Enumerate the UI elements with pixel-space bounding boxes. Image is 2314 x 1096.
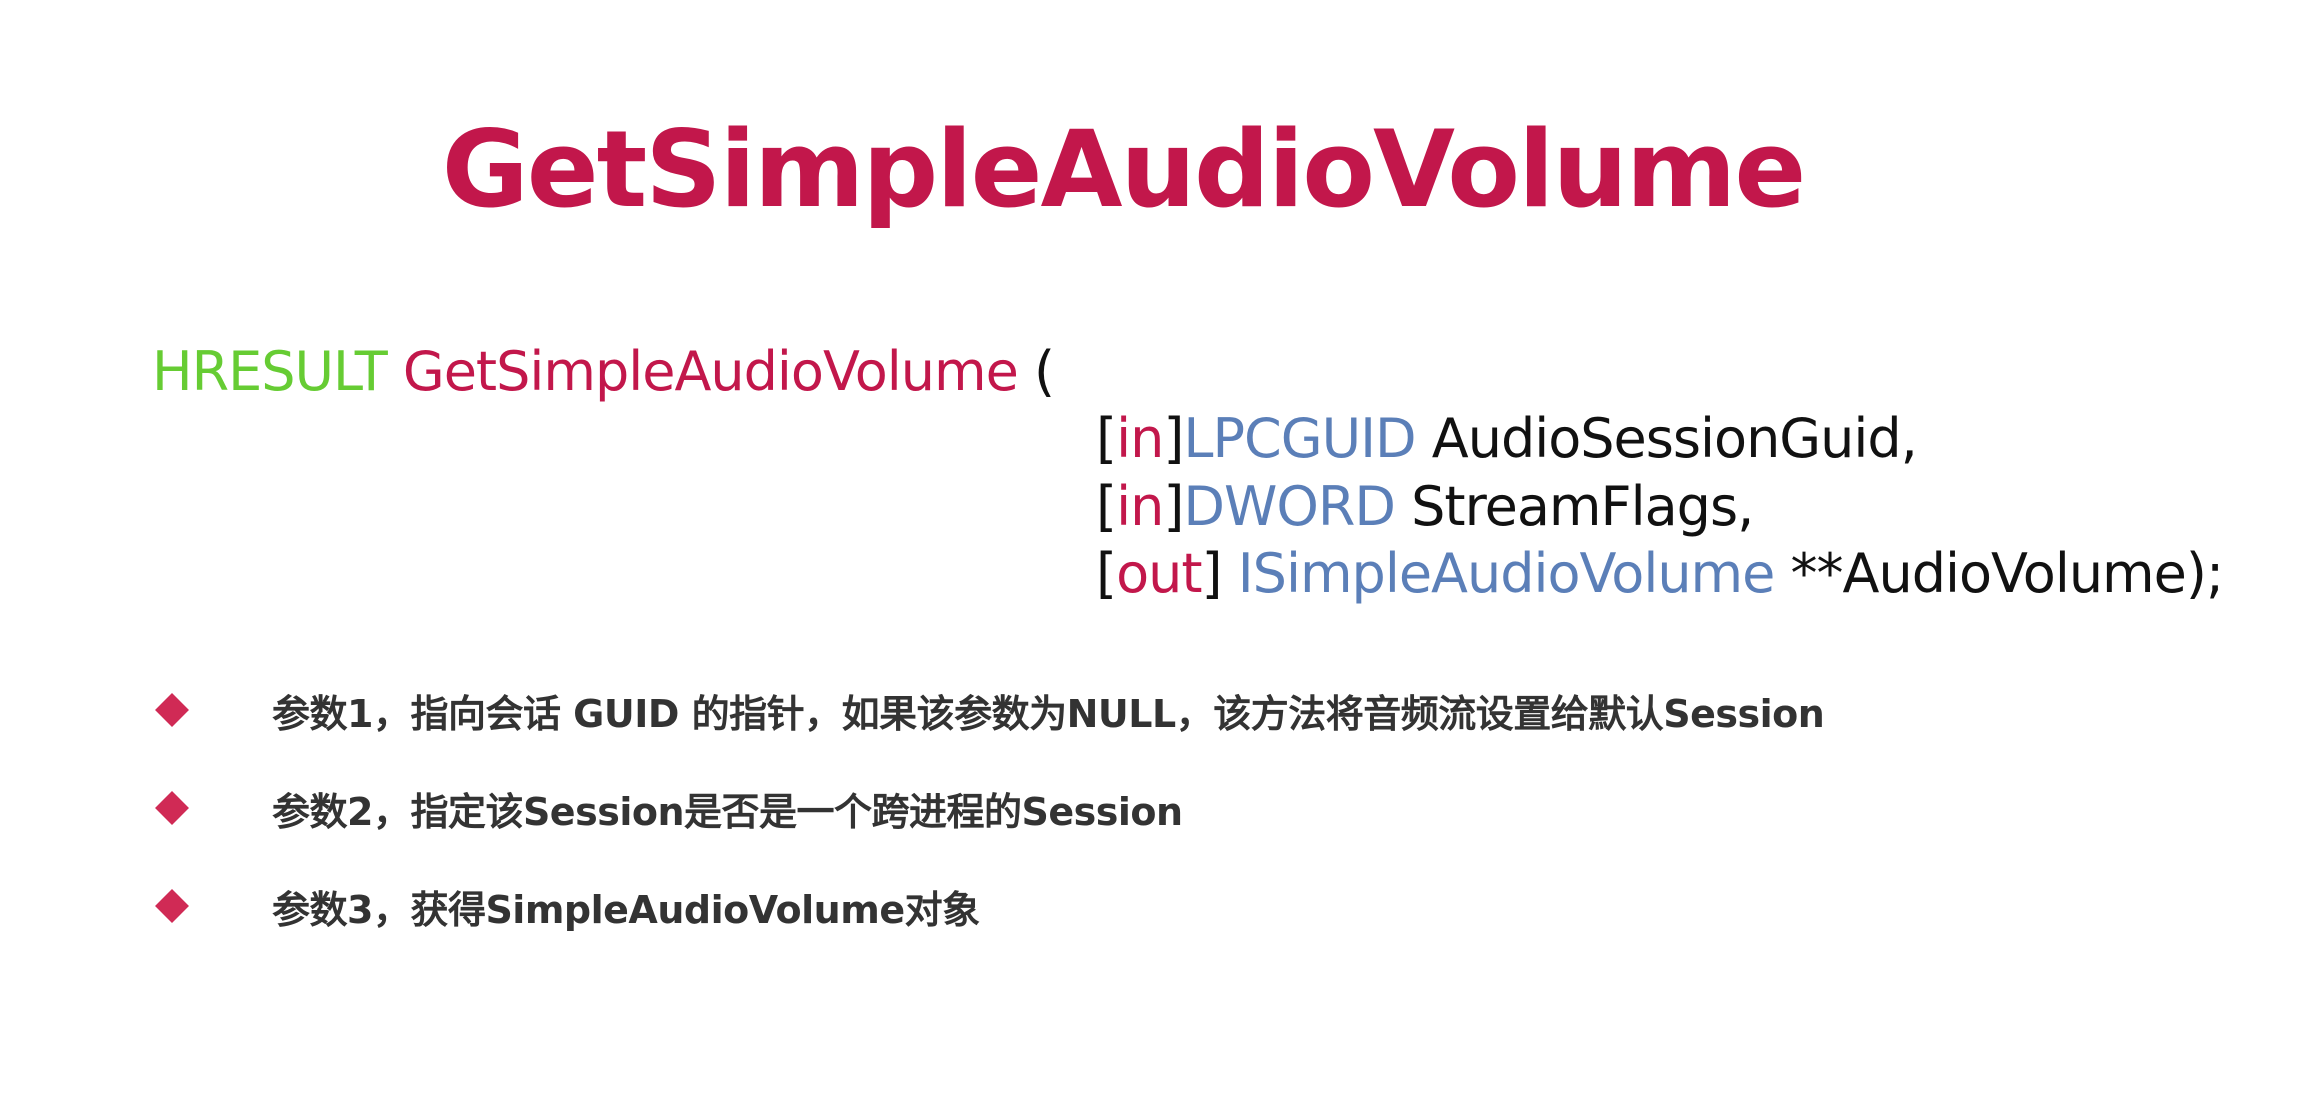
bullet-item-3: 参数3，获得SimpleAudioVolume对象: [152, 876, 980, 936]
param-direction: in: [1116, 475, 1164, 538]
param-name: StreamFlags,: [1394, 475, 1754, 538]
bullet-item-1: 参数1，指向会话 GUID 的指针，如果该参数为NULL，该方法将音频流设置给默…: [152, 680, 1825, 740]
diamond-bullet-icon: [155, 889, 189, 923]
function-signature: HRESULT GetSimpleAudioVolume (: [152, 338, 1055, 406]
param-name: **AudioVolume);: [1774, 542, 2225, 605]
diamond-bullet-icon: [155, 693, 189, 727]
bracket-close: ]: [1163, 407, 1184, 470]
bullet-text: 参数3，获得SimpleAudioVolume对象: [272, 887, 980, 932]
param-type: LPCGUID: [1183, 407, 1416, 470]
return-type-keyword: HRESULT: [152, 340, 388, 403]
param-name: AudioSessionGuid,: [1415, 407, 1918, 470]
diamond-bullet-icon: [155, 791, 189, 825]
bullet-text: 参数2，指定该Session是否是一个跨进程的Session: [272, 789, 1183, 834]
bracket-open: [: [1096, 542, 1117, 605]
param-type: DWORD: [1183, 475, 1396, 538]
param-line-3: [out] ISimpleAudioVolume **AudioVolume);: [1096, 540, 2225, 608]
bullet-item-2: 参数2，指定该Session是否是一个跨进程的Session: [152, 778, 1183, 838]
slide: GetSimpleAudioVolume HRESULT GetSimpleAu…: [0, 0, 2314, 1096]
bracket-open: [: [1096, 475, 1117, 538]
param-line-2: [in]DWORD StreamFlags,: [1096, 473, 1754, 541]
param-type: ISimpleAudioVolume: [1237, 542, 1776, 605]
bullet-text: 参数1，指向会话 GUID 的指针，如果该参数为NULL，该方法将音频流设置给默…: [272, 691, 1825, 736]
slide-title: GetSimpleAudioVolume: [441, 108, 1807, 231]
bracket-close: ]: [1163, 475, 1184, 538]
param-line-1: [in]LPCGUID AudioSessionGuid,: [1096, 405, 1918, 473]
bracket-open: [: [1096, 407, 1117, 470]
bracket-close: ]: [1201, 542, 1238, 605]
function-name: GetSimpleAudioVolume: [402, 340, 1019, 403]
param-direction: out: [1116, 542, 1202, 605]
open-paren: (: [1017, 340, 1055, 403]
param-direction: in: [1116, 407, 1164, 470]
